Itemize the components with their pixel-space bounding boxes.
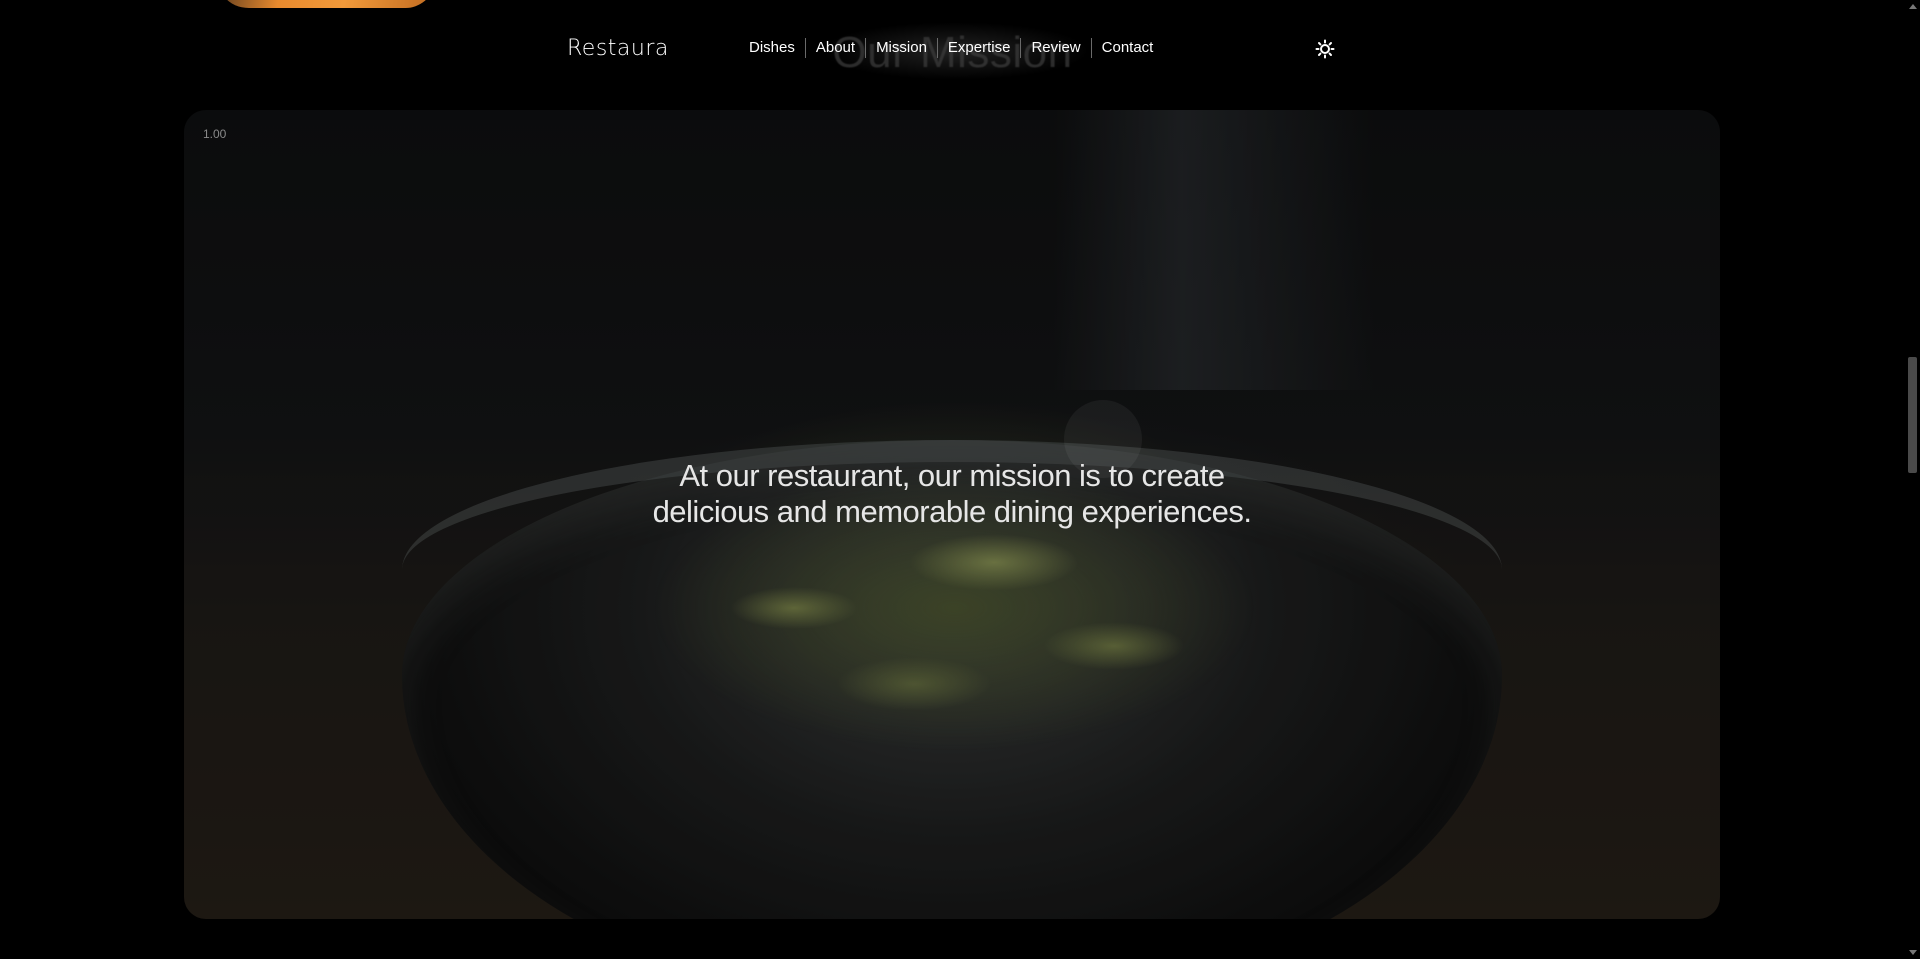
nav-link-contact[interactable]: Contact (1092, 38, 1164, 58)
page-scrollbar[interactable] (1905, 0, 1920, 959)
nav-link-expertise[interactable]: Expertise (938, 38, 1021, 58)
scroll-thumb[interactable] (1908, 357, 1917, 473)
card-counter: 1.00 (203, 127, 227, 141)
nav-link-mission[interactable]: Mission (866, 38, 937, 58)
nav-links: Dishes About Mission Expertise Review Co… (739, 38, 1163, 58)
mission-card: 1.00 At our restaurant, our mission is t… (184, 110, 1720, 919)
sun-icon (1315, 39, 1335, 59)
page: Our Mission Restaura Dishes About Missio… (0, 0, 1920, 959)
nav-link-dishes[interactable]: Dishes (739, 38, 805, 58)
top-navigation: Restaura Dishes About Mission Expertise … (0, 0, 1920, 100)
scroll-down-arrow-icon[interactable] (1909, 950, 1917, 955)
nav-link-about[interactable]: About (806, 38, 865, 58)
scroll-up-arrow-icon[interactable] (1909, 4, 1917, 9)
theme-toggle-button[interactable] (1314, 38, 1336, 60)
mission-statement: At our restaurant, our mission is to cre… (652, 458, 1252, 529)
nav-link-review[interactable]: Review (1021, 38, 1090, 58)
logo[interactable]: Restaura (567, 36, 669, 61)
